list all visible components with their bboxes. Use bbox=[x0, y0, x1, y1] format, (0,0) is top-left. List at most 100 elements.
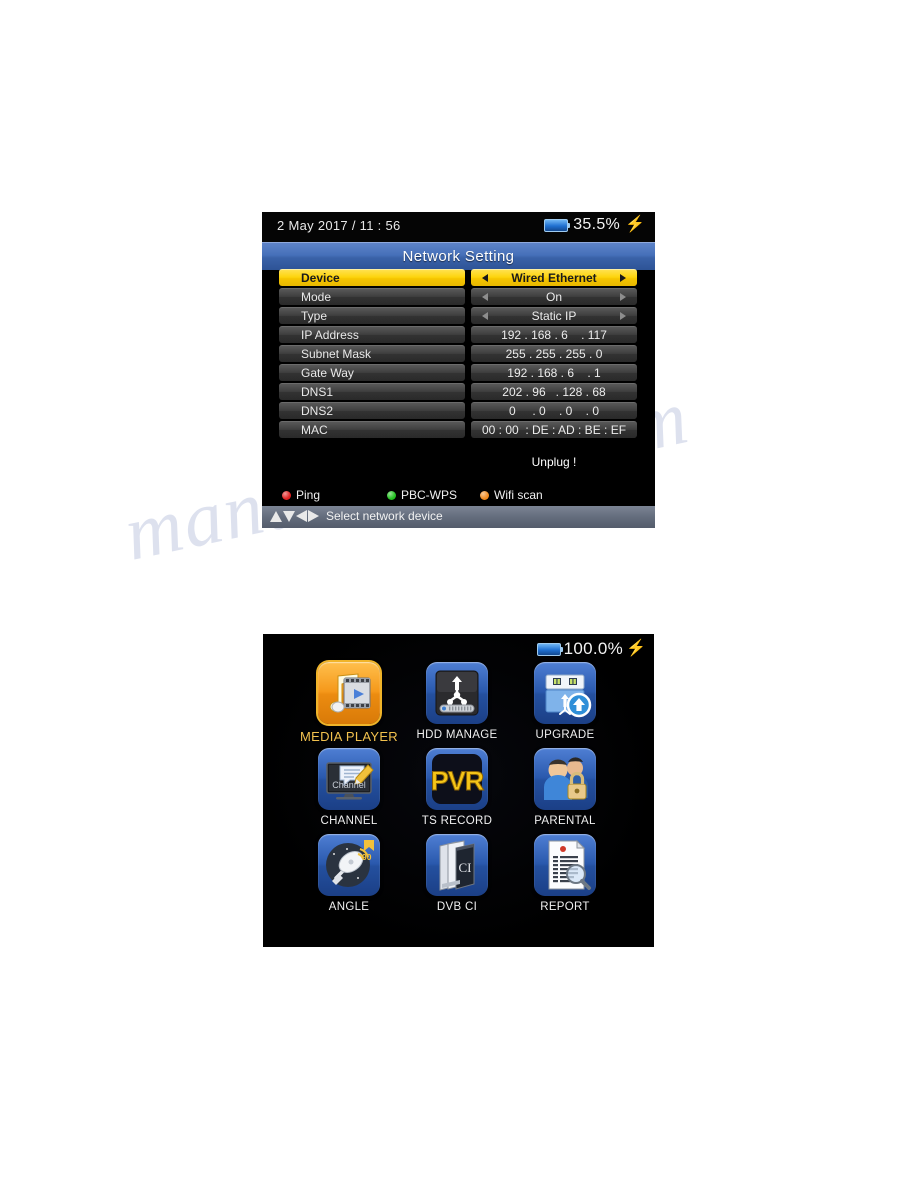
network-setting-screen: 2 May 2017 / 11 : 56 35.5% ⚡ Network Set… bbox=[262, 212, 655, 528]
menu-tile-label: ANGLE bbox=[328, 901, 370, 913]
lightning-bolt-icon: ⚡ bbox=[626, 640, 646, 657]
hint-text: Select network device bbox=[326, 509, 443, 523]
settings-row-value-cell[interactable]: 0 . 0 . 0 . 0 bbox=[471, 402, 637, 419]
battery-icon bbox=[544, 218, 571, 232]
settings-row-value: 00 : 00 : DE : AD : BE : EF bbox=[481, 423, 627, 437]
settings-row-label-cell: DNS1 bbox=[279, 383, 465, 400]
settings-row[interactable]: Type Static IP bbox=[262, 307, 655, 325]
pvr-icon[interactable]: PVR bbox=[426, 748, 488, 810]
media-player-icon[interactable] bbox=[318, 662, 380, 724]
arrow-down-icon bbox=[283, 510, 295, 522]
page-title-bar: Network Setting bbox=[262, 242, 655, 270]
status-dot-red-icon bbox=[282, 490, 291, 500]
menu-tile-label: HDD MANAGE bbox=[416, 729, 498, 741]
menu-tile-label: REPORT bbox=[540, 901, 590, 913]
satellite-angle-icon[interactable]: 90 bbox=[318, 834, 380, 896]
settings-row[interactable]: DNS1 202 . 96 . 128 . 68 bbox=[262, 383, 655, 401]
menu-tile[interactable]: PVR TS RECORD bbox=[403, 748, 511, 827]
settings-row-label: MAC bbox=[301, 423, 328, 437]
legend-bar: Ping PBC-WPS Wifi scan bbox=[262, 484, 655, 506]
dvb-ci-icon[interactable]: CI bbox=[426, 834, 488, 896]
settings-row-label: Subnet Mask bbox=[301, 347, 372, 361]
menu-tile-label: UPGRADE bbox=[535, 729, 595, 741]
settings-row-value-cell[interactable]: Static IP bbox=[471, 307, 637, 324]
menu-tile[interactable]: MEDIA PLAYER bbox=[295, 662, 403, 744]
status-battery-group: 35.5% ⚡ bbox=[544, 216, 645, 234]
settings-row-label-cell: Device bbox=[279, 269, 465, 286]
settings-row[interactable]: Gate Way 192 . 168 . 6 . 1 bbox=[262, 364, 655, 382]
settings-row-label: DNS2 bbox=[301, 404, 334, 418]
main-menu-screen: 100.0% ⚡ MEDIA PLAYER HDD MANAGE UPGRADE… bbox=[263, 634, 654, 947]
watermark-overlay: manualshive.com manualshive bbox=[0, 0, 918, 1188]
menu-tile[interactable]: UPGRADE bbox=[511, 662, 619, 741]
settings-row-label: Device bbox=[301, 271, 340, 285]
battery-icon bbox=[536, 642, 563, 656]
settings-row-label: DNS1 bbox=[301, 385, 334, 399]
menu-tile-label: MEDIA PLAYER bbox=[299, 729, 398, 744]
report-icon[interactable] bbox=[534, 834, 596, 896]
page-title: Network Setting bbox=[402, 248, 515, 265]
legend-item-ping[interactable]: Ping bbox=[282, 488, 320, 502]
arrow-right-icon bbox=[308, 510, 319, 522]
arrow-up-icon bbox=[270, 510, 282, 522]
channel-edit-icon[interactable]: Channel bbox=[318, 748, 380, 810]
menu-tile-label: DVB CI bbox=[436, 901, 478, 913]
settings-row[interactable]: Subnet Mask 255 . 255 . 255 . 0 bbox=[262, 345, 655, 363]
hdd-manage-icon[interactable] bbox=[426, 662, 488, 724]
legend-label-wifi-scan: Wifi scan bbox=[494, 488, 543, 502]
settings-row-value-cell[interactable]: 192 . 168 . 6 . 1 bbox=[471, 364, 637, 381]
settings-row-value: 202 . 96 . 128 . 68 bbox=[502, 385, 606, 399]
menu-tile[interactable]: REPORT bbox=[511, 834, 619, 913]
legend-label-pbc-wps: PBC-WPS bbox=[401, 488, 458, 502]
settings-row-value-cell[interactable]: On bbox=[471, 288, 637, 305]
settings-row-label: Mode bbox=[301, 290, 332, 304]
settings-row-label-cell: DNS2 bbox=[279, 402, 465, 419]
settings-row-label: Type bbox=[301, 309, 328, 323]
svg-text:CI: CI bbox=[459, 860, 472, 875]
status-datetime: 2 May 2017 / 11 : 56 bbox=[277, 218, 401, 233]
menu-tile[interactable]: HDD MANAGE bbox=[403, 662, 511, 741]
settings-row-label-cell: Mode bbox=[279, 288, 465, 305]
settings-row[interactable]: Device Wired Ethernet bbox=[262, 269, 655, 287]
menu-tile[interactable]: Channel CHANNEL bbox=[295, 748, 403, 827]
settings-row-label-cell: Subnet Mask bbox=[279, 345, 465, 362]
settings-row[interactable]: MAC 00 : 00 : DE : AD : BE : EF bbox=[262, 421, 655, 439]
settings-row-value-cell[interactable]: 00 : 00 : DE : AD : BE : EF bbox=[471, 421, 637, 438]
legend-item-pbc-wps[interactable]: PBC-WPS bbox=[387, 488, 457, 502]
settings-row-value: 255 . 255 . 255 . 0 bbox=[505, 347, 603, 361]
settings-row-value-cell[interactable]: Wired Ethernet bbox=[471, 269, 637, 286]
settings-row-label-cell: Type bbox=[279, 307, 465, 324]
status-dot-green-icon bbox=[387, 490, 396, 500]
svg-text:PVR: PVR bbox=[431, 766, 484, 796]
menu-tile[interactable]: PARENTAL bbox=[511, 748, 619, 827]
settings-row-value-cell[interactable]: 255 . 255 . 255 . 0 bbox=[471, 345, 637, 362]
menu-tile-label: TS RECORD bbox=[421, 815, 493, 827]
settings-row[interactable]: IP Address 192 . 168 . 6 . 117 bbox=[262, 326, 655, 344]
settings-row[interactable]: DNS2 0 . 0 . 0 . 0 bbox=[262, 402, 655, 420]
battery-percent: 35.5% bbox=[573, 216, 621, 233]
dpad-arrows-icon bbox=[270, 510, 319, 522]
upgrade-usb-icon[interactable] bbox=[534, 662, 596, 724]
settings-row-label: IP Address bbox=[301, 328, 359, 342]
parental-lock-icon[interactable] bbox=[534, 748, 596, 810]
settings-row-value-cell[interactable]: 192 . 168 . 6 . 117 bbox=[471, 326, 637, 343]
connection-status-text: Unplug ! bbox=[531, 455, 577, 469]
settings-row-value-cell[interactable]: 202 . 96 . 128 . 68 bbox=[471, 383, 637, 400]
legend-item-wifi-scan[interactable]: Wifi scan bbox=[480, 488, 543, 502]
menu-tile[interactable]: CI DVB CI bbox=[403, 834, 511, 913]
settings-row[interactable]: Mode On bbox=[262, 288, 655, 306]
arrow-left-icon bbox=[296, 510, 307, 522]
svg-text:Channel: Channel bbox=[332, 780, 366, 790]
settings-row-value: 192 . 168 . 6 . 1 bbox=[507, 366, 601, 380]
hint-bar: Select network device bbox=[262, 506, 655, 528]
settings-row-value: 0 . 0 . 0 . 0 bbox=[508, 404, 600, 418]
menu-tile-label: PARENTAL bbox=[534, 815, 596, 827]
network-settings-form: Device Wired Ethernet Mode On Type Static IP I… bbox=[262, 269, 655, 469]
settings-row-value: Static IP bbox=[531, 309, 577, 323]
status-bar: 2 May 2017 / 11 : 56 35.5% ⚡ bbox=[262, 212, 655, 242]
menu-tile[interactable]: 90 ANGLE bbox=[295, 834, 403, 913]
settings-row-label-cell: IP Address bbox=[279, 326, 465, 343]
menu-tile-grid: MEDIA PLAYER HDD MANAGE UPGRADE Channel … bbox=[263, 656, 654, 946]
settings-row-label-cell: MAC bbox=[279, 421, 465, 438]
lightning-bolt-icon: ⚡ bbox=[625, 216, 645, 233]
